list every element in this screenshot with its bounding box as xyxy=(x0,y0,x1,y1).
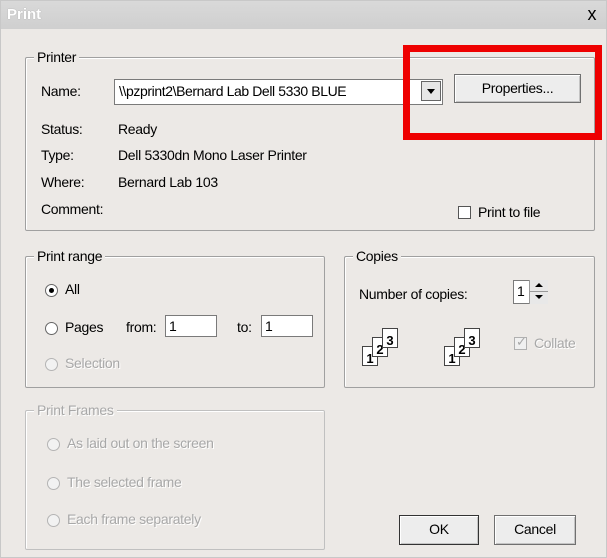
from-label: from: xyxy=(126,319,157,335)
collate-pages-icon: 1 2 3 xyxy=(362,328,418,368)
radio-frames-separately-label[interactable]: Each frame separately xyxy=(67,511,201,527)
radio-selection-label[interactable]: Selection xyxy=(65,355,120,371)
collate-page-3: 3 xyxy=(382,328,398,348)
close-icon[interactable]: x xyxy=(583,4,601,24)
spin-up-icon[interactable] xyxy=(530,280,548,292)
cancel-button[interactable]: Cancel xyxy=(494,515,576,545)
printer-group-legend: Printer xyxy=(34,49,80,65)
radio-all[interactable] xyxy=(45,284,58,297)
type-value: Dell 5330dn Mono Laser Printer xyxy=(118,147,307,163)
status-label: Status: xyxy=(41,121,83,137)
print-to-file-checkbox[interactable] xyxy=(458,206,471,219)
print-dialog: Print x Printer Name: \\pzprint2\Bernard… xyxy=(0,0,607,558)
collate-label[interactable]: Collate xyxy=(534,335,576,351)
print-range-legend: Print range xyxy=(34,248,106,264)
type-label: Type: xyxy=(41,147,74,163)
to-label: to: xyxy=(237,319,252,335)
number-of-copies-label: Number of copies: xyxy=(359,286,468,302)
radio-selection[interactable] xyxy=(45,358,58,371)
status-value: Ready xyxy=(118,121,157,137)
collate-page-3: 3 xyxy=(464,328,480,348)
printer-name-select[interactable]: \\pzprint2\Bernard Lab Dell 5330 BLUE xyxy=(114,79,443,105)
ok-button[interactable]: OK xyxy=(399,515,479,545)
copies-legend: Copies xyxy=(353,248,401,264)
properties-highlight-box xyxy=(403,45,602,140)
radio-pages[interactable] xyxy=(45,322,58,335)
dialog-title: Print xyxy=(7,6,42,23)
radio-all-label[interactable]: All xyxy=(65,281,80,297)
print-to-file-label[interactable]: Print to file xyxy=(478,204,541,220)
copies-group: Copies xyxy=(344,248,595,388)
copies-spinner[interactable] xyxy=(529,280,548,304)
printer-name-value: \\pzprint2\Bernard Lab Dell 5330 BLUE xyxy=(119,83,347,99)
spin-down-icon[interactable] xyxy=(530,292,548,304)
where-value: Bernard Lab 103 xyxy=(118,174,218,190)
radio-frames-selected-label[interactable]: The selected frame xyxy=(67,474,182,490)
comment-label: Comment: xyxy=(41,201,104,217)
to-input[interactable]: 1 xyxy=(261,315,313,337)
radio-frames-as-laid-out[interactable] xyxy=(47,438,60,451)
collate-pages-icon: 1 2 3 xyxy=(444,328,500,368)
print-frames-legend: Print Frames xyxy=(34,402,117,418)
collate-checkbox[interactable] xyxy=(514,334,527,350)
where-label: Where: xyxy=(41,174,85,190)
name-label: Name: xyxy=(41,83,81,99)
from-input[interactable]: 1 xyxy=(165,315,217,337)
radio-frames-as-laid-out-label[interactable]: As laid out on the screen xyxy=(67,435,214,451)
radio-frames-separately[interactable] xyxy=(47,514,60,527)
radio-pages-label[interactable]: Pages xyxy=(65,319,104,335)
radio-frames-selected[interactable] xyxy=(47,477,60,490)
title-bar[interactable]: Print x xyxy=(1,1,606,29)
